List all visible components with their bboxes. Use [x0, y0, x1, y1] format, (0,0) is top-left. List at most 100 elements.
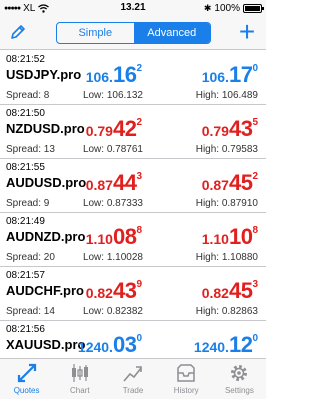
ask-price-big-digits: 17: [228, 62, 253, 87]
symbol-name: XAUUSD.pro: [6, 337, 86, 352]
tab-history-label: History: [173, 386, 199, 395]
high-label: High: 106.489: [195, 90, 258, 101]
nav-bar: Simple Advanced +: [0, 16, 266, 50]
spread-label: Spread: 13: [6, 144, 55, 155]
high-label: High: 0.87910: [195, 198, 258, 209]
bluetooth-icon: ✱: [203, 3, 212, 13]
ask-price-pipette: 5: [252, 117, 258, 128]
status-bar: ●●●●● XL 13.21 ✱ 100%: [0, 0, 266, 16]
symbol-name: AUDNZD.pro: [6, 229, 86, 244]
ask-price-big-digits: 45: [228, 278, 253, 303]
quote-time: 08:21:56: [6, 324, 45, 335]
ask-price-pipette: 0: [252, 333, 258, 344]
bid-price-prefix: 1240.: [77, 339, 113, 355]
spread-label: Spread: 9: [6, 198, 50, 209]
bid-price-pipette: 2: [136, 63, 142, 74]
bid-price-pipette: 3: [136, 171, 142, 182]
add-symbol-button[interactable]: +: [236, 18, 258, 46]
quotes-icon: [17, 363, 36, 383]
quote-time: 08:21:49: [6, 216, 45, 227]
quote-row[interactable]: 08:21:57 AUDCHF.pro Spread: 14 0.82439 0…: [0, 267, 266, 321]
ask-price: 1240.120: [194, 332, 258, 358]
ask-price-prefix: 1240.: [193, 339, 229, 355]
bid-price-prefix: 106.: [85, 69, 113, 85]
low-label: Low: 106.132: [82, 90, 143, 101]
quote-row[interactable]: 08:21:55 AUDUSD.pro Spread: 9 0.87443 0.…: [0, 159, 266, 213]
symbol-name: AUDUSD.pro: [6, 175, 87, 190]
bid-price-big-digits: 08: [112, 224, 137, 249]
bid-price-big-digits: 16: [112, 62, 137, 87]
trade-icon: [123, 366, 142, 382]
ask-price-prefix: 106.: [201, 69, 229, 85]
ask-price-prefix: 0.79: [201, 123, 229, 139]
battery-percent: 100%: [214, 3, 240, 14]
quote-row[interactable]: 08:21:56 XAUUSD.pro Spread: 90 1240.030 …: [0, 321, 266, 358]
quotes-list: 08:21:52 USDJPY.pro Spread: 8 106.162 10…: [0, 51, 266, 358]
bid-price-prefix: 0.82: [85, 285, 113, 301]
bid-price: 1.10088: [86, 224, 142, 250]
ask-price-pipette: 8: [252, 225, 258, 236]
segment-advanced[interactable]: Advanced: [133, 23, 210, 43]
bid-price-big-digits: 03: [112, 332, 137, 357]
bid-price: 1240.030: [78, 332, 142, 358]
quote-row[interactable]: 08:21:50 NZDUSD.pro Spread: 13 0.79422 0…: [0, 105, 266, 159]
battery-icon: [243, 4, 264, 13]
ask-price-prefix: 0.82: [201, 285, 229, 301]
bid-price-big-digits: 43: [112, 278, 137, 303]
tab-bar: Quotes Chart Trade History Settings: [0, 358, 266, 399]
symbol-name: NZDUSD.pro: [6, 121, 85, 136]
tab-history[interactable]: History: [160, 359, 213, 399]
symbol-name: AUDCHF.pro: [6, 283, 84, 298]
spread-label: Spread: 8: [6, 90, 50, 101]
ask-price-prefix: 0.87: [201, 177, 229, 193]
bid-price-pipette: 9: [136, 279, 142, 290]
ask-price-pipette: 2: [252, 171, 258, 182]
tab-chart[interactable]: Chart: [53, 359, 106, 399]
ask-price-pipette: 0: [252, 63, 258, 74]
edit-pencil-icon[interactable]: [9, 23, 27, 41]
tab-trade[interactable]: Trade: [106, 359, 159, 399]
tab-chart-label: Chart: [70, 386, 90, 395]
quote-row[interactable]: 08:21:49 AUDNZD.pro Spread: 20 1.10088 1…: [0, 213, 266, 267]
quote-time: 08:21:57: [6, 270, 45, 281]
tab-trade-label: Trade: [122, 386, 144, 395]
quote-time: 08:21:52: [6, 54, 45, 65]
low-label: Low: 0.78761: [82, 144, 143, 155]
tab-quotes-label: Quotes: [13, 386, 40, 395]
quote-time: 08:21:55: [6, 162, 45, 173]
settings-icon: [231, 365, 248, 381]
ask-price: 106.170: [202, 62, 258, 88]
chart-icon: [71, 364, 88, 382]
ask-price-big-digits: 10: [228, 224, 253, 249]
ask-price: 0.82453: [202, 278, 258, 304]
bid-price-big-digits: 44: [112, 170, 137, 195]
bid-price-big-digits: 42: [112, 116, 137, 141]
bid-price-prefix: 1.10: [85, 231, 113, 247]
segment-simple[interactable]: Simple: [57, 23, 134, 43]
view-mode-segmented-control: Simple Advanced: [56, 22, 211, 44]
ask-price: 0.79435: [202, 116, 258, 142]
bid-price: 0.79422: [86, 116, 142, 142]
tab-settings[interactable]: Settings: [213, 359, 266, 399]
high-label: High: 0.79583: [195, 144, 258, 155]
bid-price-pipette: 2: [136, 117, 142, 128]
low-label: Low: 1.10028: [82, 252, 143, 263]
spread-label: Spread: 14: [6, 306, 55, 317]
high-label: High: 1.10880: [195, 252, 258, 263]
bid-price: 106.162: [86, 62, 142, 88]
bid-price-pipette: 0: [136, 333, 142, 344]
battery-info: ✱ 100%: [203, 3, 264, 14]
ask-price-big-digits: 43: [228, 116, 253, 141]
high-label: High: 0.82863: [195, 306, 258, 317]
bid-price: 0.87443: [86, 170, 142, 196]
tab-settings-label: Settings: [224, 386, 254, 395]
tab-quotes[interactable]: Quotes: [0, 359, 53, 399]
history-icon: [177, 364, 195, 382]
ask-price-big-digits: 45: [228, 170, 253, 195]
ask-price-big-digits: 12: [228, 332, 253, 357]
quote-row[interactable]: 08:21:52 USDJPY.pro Spread: 8 106.162 10…: [0, 51, 266, 105]
bid-price-prefix: 0.79: [85, 123, 113, 139]
bid-price-prefix: 0.87: [85, 177, 113, 193]
ask-price-pipette: 3: [252, 279, 258, 290]
ask-price: 0.87452: [202, 170, 258, 196]
